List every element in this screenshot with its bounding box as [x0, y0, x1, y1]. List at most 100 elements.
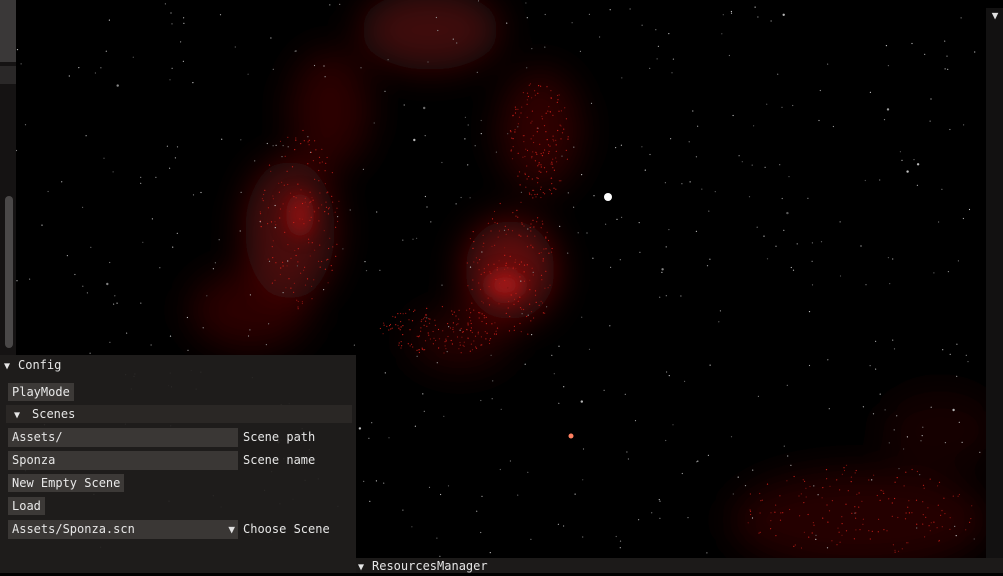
nebula-dust [837, 527, 839, 529]
star [593, 195, 595, 197]
star [906, 170, 909, 173]
star [89, 352, 91, 354]
star [452, 38, 454, 40]
nebula-dust [491, 245, 493, 247]
star [105, 50, 107, 52]
star [751, 517, 754, 519]
scene-name-input[interactable]: Sponza [8, 451, 238, 470]
nebula-dust [544, 287, 546, 289]
left-tab[interactable] [0, 0, 16, 62]
nebula-dust [514, 129, 516, 131]
nebula-dust [903, 485, 905, 487]
nebula-dust [540, 153, 542, 155]
nebula-dust [944, 513, 946, 515]
resources-manager-header[interactable]: ▼ ResourcesManager [356, 558, 1003, 573]
new-empty-scene-button[interactable]: New Empty Scene [8, 474, 125, 492]
star [94, 72, 96, 74]
star [958, 421, 960, 423]
star [911, 42, 913, 45]
nebula-dust [498, 260, 500, 262]
star [218, 239, 220, 241]
star [169, 79, 171, 81]
star [170, 12, 172, 14]
left-scroll-thumb[interactable] [5, 196, 13, 348]
star [495, 151, 497, 153]
nebula-dust [470, 312, 472, 314]
star [730, 436, 733, 438]
nebula-dust [922, 484, 925, 486]
nebula-dust [324, 170, 326, 172]
star [446, 351, 448, 353]
nebula-dust [437, 328, 440, 331]
nebula-dust [421, 348, 423, 350]
star [766, 103, 768, 105]
nebula-dust [410, 343, 413, 345]
star [581, 316, 583, 318]
nebula-dust [499, 202, 501, 205]
star [558, 402, 560, 404]
star [561, 155, 563, 157]
playmode-button[interactable]: PlayMode [8, 383, 74, 401]
star [827, 359, 829, 361]
star [383, 482, 385, 484]
nebula-dust [565, 149, 567, 151]
nebula-dust [312, 199, 314, 201]
star [811, 260, 813, 262]
star [709, 364, 711, 366]
scenes-header[interactable]: ▼ Scenes [6, 405, 352, 423]
nebula-dust [313, 279, 315, 281]
left-scrollbar[interactable] [0, 0, 16, 355]
nebula-dust [460, 327, 462, 330]
scene-path-input[interactable]: Assets/ [8, 428, 238, 447]
star [787, 455, 789, 457]
star [375, 480, 377, 482]
nebula-dust [804, 480, 806, 482]
right-scrollbar[interactable] [986, 8, 1003, 558]
nebula-dust [409, 345, 411, 347]
nebula-dust [551, 163, 553, 165]
nebula-dust [847, 490, 849, 492]
star [916, 163, 920, 166]
nebula-dust [434, 324, 436, 326]
nebula-dust [858, 506, 860, 508]
nebula-dust [542, 260, 544, 262]
star [664, 182, 667, 184]
star [818, 119, 820, 122]
nebula-dust [520, 201, 522, 203]
nebula-dust [854, 472, 856, 474]
nebula-dust [513, 325, 516, 327]
scene-select[interactable]: Assets/Sponza.scn ▼ [8, 520, 238, 539]
nebula-dust [775, 504, 777, 506]
nebula-dust [512, 115, 514, 117]
load-button[interactable]: Load [8, 497, 45, 515]
nebula-dust [284, 155, 286, 157]
star [701, 188, 703, 190]
nebula-dust [534, 235, 536, 237]
star [968, 208, 971, 211]
nebula-dust [467, 285, 469, 287]
star [413, 138, 416, 142]
star [140, 182, 142, 184]
nebula-dust [786, 480, 788, 482]
config-header[interactable]: ▼ Config [4, 356, 61, 374]
star [342, 248, 344, 250]
nebula-dust [523, 264, 526, 266]
star [531, 334, 533, 336]
chevron-down-icon[interactable]: ▼ [988, 9, 1002, 23]
left-tab-secondary[interactable] [0, 66, 16, 84]
nebula-dust [495, 330, 497, 332]
nebula-dust [482, 302, 484, 304]
nebula-dust [309, 219, 311, 221]
nebula-dust [566, 158, 569, 160]
star [730, 10, 733, 13]
nebula-dust [518, 171, 521, 173]
star [781, 197, 783, 200]
nebula-dust [805, 487, 807, 489]
star [180, 41, 182, 43]
nebula-dust [770, 512, 772, 514]
nebula-dust [324, 211, 326, 213]
nebula-dust [481, 344, 483, 346]
nebula-dust [279, 140, 282, 142]
nebula-dust [409, 329, 411, 331]
nebula-dust [499, 282, 501, 285]
